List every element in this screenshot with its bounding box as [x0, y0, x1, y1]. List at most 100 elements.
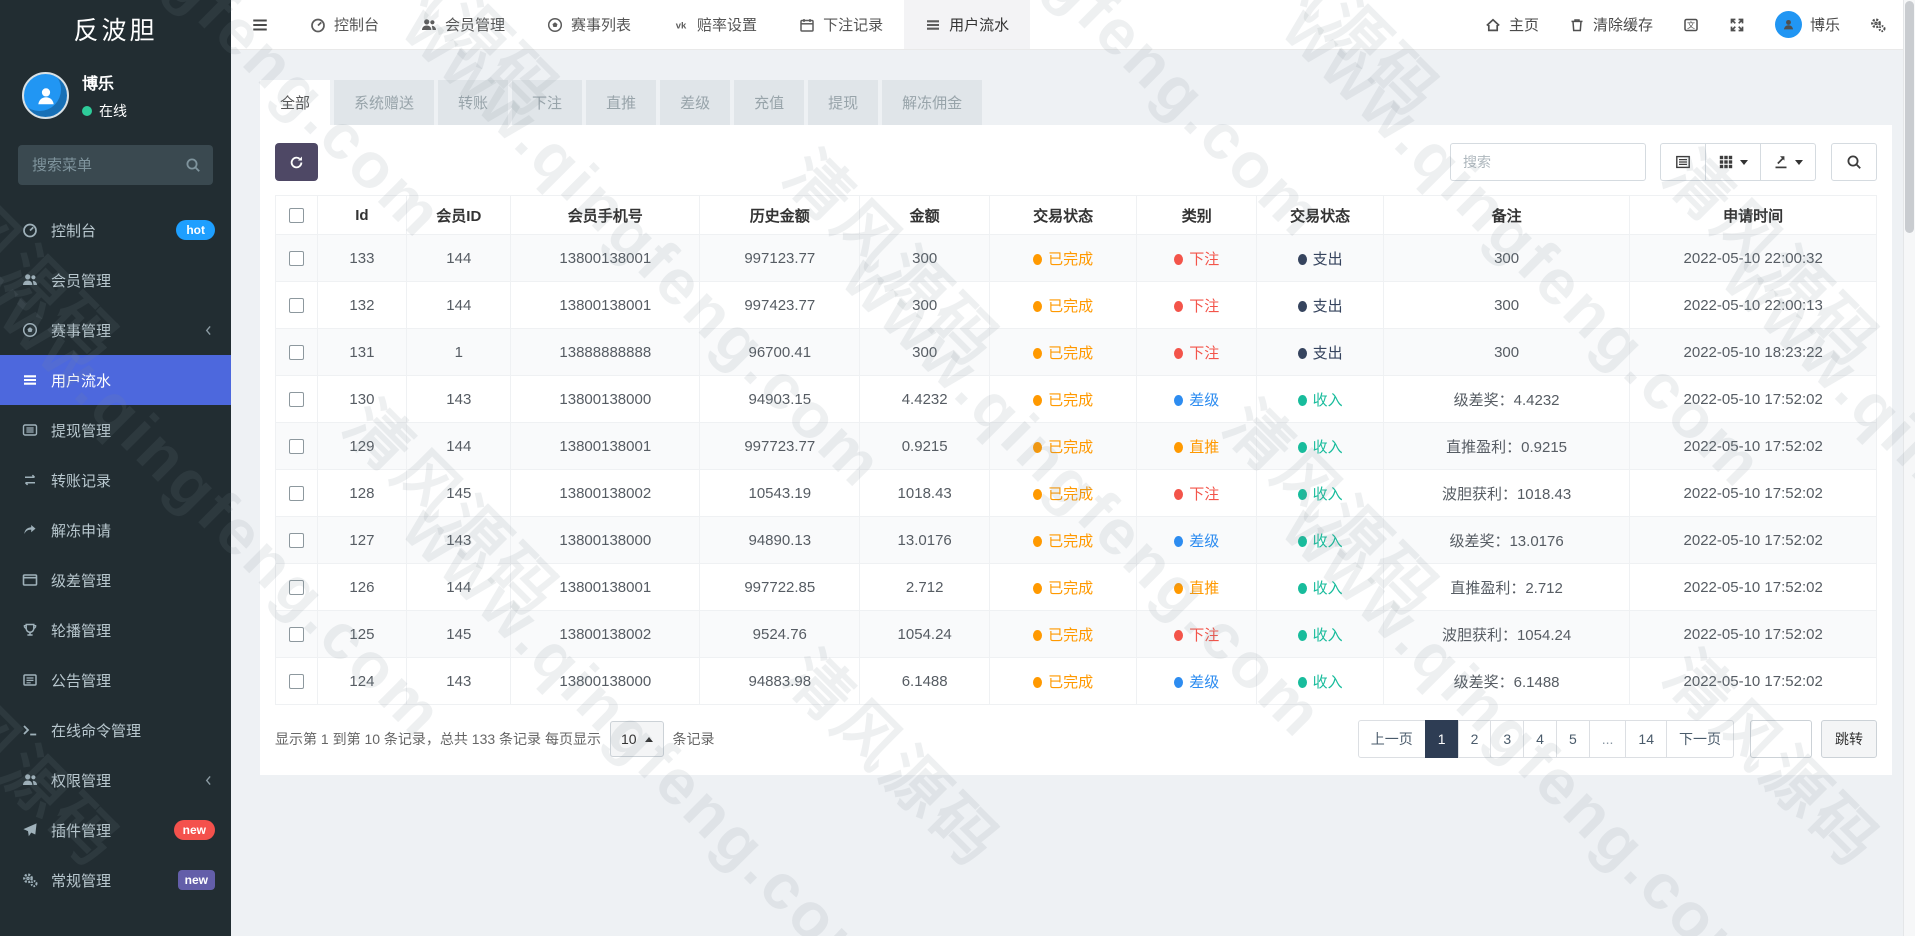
- filter-tab-下注[interactable]: 下注: [512, 80, 583, 125]
- sidebar-item-控制台[interactable]: 控制台 hot: [0, 205, 231, 255]
- nav-link-清除缓存[interactable]: 清除缓存: [1554, 0, 1668, 49]
- search-icon: [1846, 154, 1862, 170]
- cell-amount: 2.712: [859, 563, 990, 611]
- sidebar-item-权限管理[interactable]: 权限管理: [0, 755, 231, 805]
- page-button-14[interactable]: 14: [1625, 720, 1667, 758]
- sidebar-item-级差管理[interactable]: 级差管理: [0, 555, 231, 605]
- page-button-3[interactable]: 3: [1490, 720, 1525, 758]
- cell-time: 2022-05-10 17:52:02: [1629, 469, 1877, 517]
- column-header-交易状态[interactable]: 交易状态: [988, 195, 1138, 235]
- nav-link-主页[interactable]: 主页: [1470, 0, 1554, 49]
- sidebar-item-提现管理[interactable]: 提现管理: [0, 405, 231, 455]
- topnav-tab-赔率设置[interactable]: 赔率设置: [652, 0, 778, 49]
- sidebar-item-转账记录[interactable]: 转账记录: [0, 455, 231, 505]
- cal-icon: [799, 17, 815, 33]
- lang-button[interactable]: [1668, 0, 1714, 49]
- sidebar-item-label: 公告管理: [51, 672, 112, 690]
- column-header-历史金额[interactable]: 历史金额: [699, 195, 861, 235]
- table-search-input[interactable]: [1450, 143, 1646, 181]
- detail-view-icon: [1675, 154, 1691, 170]
- filter-tab-全部[interactable]: 全部: [260, 80, 331, 125]
- hamburger-icon: [251, 16, 269, 34]
- gears-button[interactable]: [1855, 0, 1901, 49]
- topnav-tab-控制台[interactable]: 控制台: [289, 0, 400, 49]
- status-dot-icon: [1174, 441, 1184, 453]
- sidebar-item-赛事管理[interactable]: 赛事管理: [0, 305, 231, 355]
- topnav-tab-用户流水[interactable]: 用户流水: [904, 0, 1031, 49]
- page-button-4[interactable]: 4: [1523, 720, 1557, 758]
- status-dot-icon: [1297, 441, 1307, 453]
- filter-tab-直推[interactable]: 直推: [586, 80, 657, 125]
- page-button-5[interactable]: 5: [1555, 720, 1590, 758]
- column-header-会员ID[interactable]: 会员ID: [406, 195, 512, 235]
- avatar[interactable]: [22, 72, 69, 119]
- filter-tab-转账[interactable]: 转账: [438, 80, 509, 125]
- row-checkbox[interactable]: [288, 392, 304, 408]
- page-button-1[interactable]: 1: [1424, 720, 1459, 758]
- sidebar-item-常规管理[interactable]: 常规管理 new: [0, 855, 231, 905]
- row-checkbox[interactable]: [288, 439, 304, 455]
- row-checkbox[interactable]: [288, 345, 304, 361]
- user-menu[interactable]: 博乐: [1760, 0, 1855, 49]
- sidebar-item-轮播管理[interactable]: 轮播管理: [0, 605, 231, 655]
- sidebar-item-插件管理[interactable]: 插件管理 new: [0, 805, 231, 855]
- news-icon: [22, 672, 38, 688]
- row-checkbox[interactable]: [288, 533, 304, 549]
- listalt-icon: [22, 422, 38, 438]
- column-header-金额[interactable]: 金额: [859, 195, 990, 235]
- row-checkbox[interactable]: [288, 674, 304, 690]
- refresh-button[interactable]: [275, 143, 318, 181]
- column-header-备注[interactable]: 备注: [1382, 195, 1631, 235]
- filter-tab-解冻佣金[interactable]: 解冻佣金: [882, 80, 983, 125]
- cell-flow-status: 收入: [1256, 657, 1384, 705]
- status-dot-icon: [1033, 441, 1043, 453]
- next-page-button[interactable]: 下一页: [1666, 720, 1734, 758]
- detail-view-button[interactable]: [1660, 143, 1706, 181]
- sidebar-toggle-button[interactable]: [231, 0, 289, 49]
- sidebar-menu: 控制台 hot 会员管理 赛事管理 用户流水 提现管理 转账记录 解冻申请 级差管理 轮播管理公告…: [0, 205, 231, 905]
- export-button[interactable]: [1760, 143, 1816, 181]
- filter-tab-提现[interactable]: 提现: [808, 80, 879, 125]
- row-checkbox[interactable]: [288, 298, 304, 314]
- select-all-checkbox[interactable]: [288, 208, 304, 224]
- sidebar-item-解冻申请[interactable]: 解冻申请: [0, 505, 231, 555]
- column-header-申请时间[interactable]: 申请时间: [1629, 195, 1877, 235]
- page-size-select[interactable]: 10: [609, 721, 664, 757]
- user-info: 博乐 在线: [82, 70, 127, 121]
- prev-page-button[interactable]: 上一页: [1357, 720, 1426, 758]
- columns-button[interactable]: [1705, 143, 1761, 181]
- menu-search-input[interactable]: [18, 145, 213, 185]
- expand-button[interactable]: [1714, 0, 1760, 49]
- filter-tab-差级[interactable]: 差级: [660, 80, 731, 125]
- status-label: 下注: [1189, 250, 1220, 268]
- sidebar-item-会员管理[interactable]: 会员管理: [0, 255, 231, 305]
- sidebar-item-公告管理[interactable]: 公告管理: [0, 655, 231, 705]
- column-header-Id[interactable]: Id: [316, 195, 408, 235]
- row-checkbox[interactable]: [288, 580, 304, 596]
- page-button-2[interactable]: 2: [1457, 720, 1492, 758]
- column-header-交易状态[interactable]: 交易状态: [1256, 195, 1384, 235]
- column-header-会员手机号[interactable]: 会员手机号: [510, 195, 701, 235]
- topnav-tab-下注记录[interactable]: 下注记录: [778, 0, 904, 49]
- row-checkbox[interactable]: [288, 486, 304, 502]
- topnav-tab-会员管理[interactable]: 会员管理: [400, 0, 526, 49]
- row-checkbox[interactable]: [288, 251, 304, 267]
- column-header-类别[interactable]: 类别: [1136, 195, 1258, 235]
- search-toggle-button[interactable]: [1831, 143, 1877, 181]
- topnav-tab-赛事列表[interactable]: 赛事列表: [526, 0, 652, 49]
- jump-button[interactable]: 跳转: [1821, 720, 1877, 758]
- filter-tab-系统赠送[interactable]: 系统赠送: [334, 80, 435, 125]
- filter-tabs: 全部 系统赠送 转账 下注 直推 差级 充值 提现 解冻佣金: [260, 80, 1892, 125]
- cell-id: 127: [316, 516, 408, 564]
- cell-history-amount: 94903.15: [699, 375, 861, 423]
- row-checkbox[interactable]: [288, 627, 304, 643]
- status-label: 差级: [1189, 673, 1220, 691]
- scrollbar-thumb[interactable]: [1905, 1, 1914, 233]
- jump-page-input[interactable]: [1750, 720, 1812, 758]
- sidebar-item-label: 常规管理: [51, 872, 112, 890]
- username-label: 博乐: [1809, 17, 1840, 34]
- sidebar-item-用户流水[interactable]: 用户流水: [0, 355, 231, 405]
- filter-tab-充值[interactable]: 充值: [734, 80, 805, 125]
- status-label: 已完成: [1048, 626, 1094, 644]
- sidebar-item-在线命令管理[interactable]: 在线命令管理: [0, 705, 231, 755]
